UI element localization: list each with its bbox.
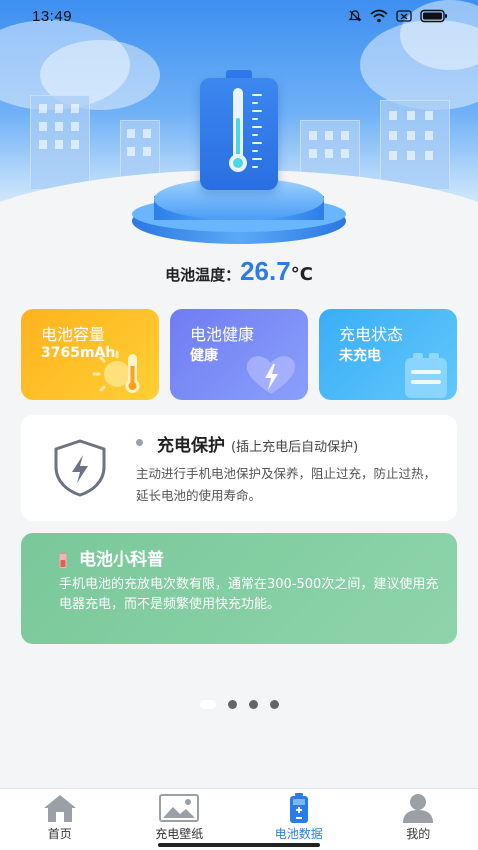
- page-dot[interactable]: [227, 700, 237, 709]
- card-battery-health[interactable]: 电池健康 健康: [170, 309, 308, 400]
- protection-title: 充电保护: [157, 436, 225, 456]
- temperature-value: 26.7: [240, 256, 291, 286]
- small-battery-icon: [59, 552, 67, 568]
- protection-heading: 充电保护 (插上充电后自动保护): [157, 431, 358, 456]
- bottom-tab-bar: 首页 充电壁纸 电池数据 我的: [0, 788, 478, 850]
- battery-clipboard-icon: [405, 353, 447, 398]
- sim-icon: [396, 10, 412, 22]
- battery-temperature: 电池温度：26.7°C: [0, 256, 478, 287]
- thermometer-sun-icon: [92, 350, 140, 393]
- thermometer-icon: [229, 88, 247, 176]
- page-dot-active[interactable]: [199, 700, 216, 709]
- card-charge-status[interactable]: 充电状态 未充电: [319, 309, 457, 400]
- tab-charging-wallpaper[interactable]: 充电壁纸: [120, 789, 240, 850]
- page-indicator: [0, 700, 478, 709]
- home-icon: [43, 795, 76, 822]
- heart-bolt-icon: [246, 356, 296, 394]
- building: [380, 100, 450, 190]
- card-value: 健康: [190, 348, 218, 364]
- status-bar: 13:49: [0, 0, 478, 32]
- protection-subtitle: (插上充电后自动保护): [231, 440, 359, 455]
- mute-icon: [348, 10, 362, 22]
- protection-description: 主动进行手机电池保护及保养，阻止过充，防止过热，延长电池的使用寿命。: [136, 466, 437, 503]
- thermometer-scale: [252, 94, 262, 170]
- tab-home[interactable]: 首页: [0, 789, 120, 850]
- temperature-label: 电池温度：: [165, 266, 241, 284]
- tab-label: 电池数据: [274, 827, 323, 841]
- charge-protection-card[interactable]: 充电保护 (插上充电后自动保护) 主动进行手机电池保护及保养，阻止过充，防止过热，…: [21, 415, 457, 521]
- tab-label: 我的: [406, 827, 431, 841]
- tip-text: 手机电池的充放电次数有限，通常在300-500次之间，建议使用充电器充电，而不是…: [59, 577, 439, 612]
- bullet-dot: [136, 439, 143, 446]
- tab-profile[interactable]: 我的: [359, 789, 478, 850]
- user-icon: [403, 794, 434, 823]
- card-title: 充电状态: [339, 325, 404, 344]
- card-title: 电池容量: [41, 325, 106, 344]
- tab-battery-data[interactable]: 电池数据: [239, 789, 359, 850]
- tab-label: 充电壁纸: [155, 827, 204, 841]
- building: [30, 95, 90, 190]
- wifi-icon: [370, 9, 388, 23]
- battery-icon: [289, 793, 308, 823]
- tab-label: 首页: [47, 827, 72, 841]
- page-dot[interactable]: [269, 700, 279, 709]
- card-battery-capacity[interactable]: 电池容量 3765mAh: [21, 309, 159, 400]
- status-icons: [348, 9, 448, 23]
- tip-title: 电池小科普: [79, 550, 164, 570]
- battery-tip-card: 电池小科普 手机电池的充放电次数有限，通常在300-500次之间，建议使用充电器…: [21, 533, 457, 644]
- page-dot[interactable]: [248, 700, 258, 709]
- image-icon: [159, 794, 200, 822]
- battery-icon: [420, 9, 447, 23]
- card-title: 电池健康: [190, 325, 255, 344]
- home-indicator[interactable]: [158, 843, 320, 847]
- status-time: 13:49: [32, 7, 73, 25]
- temperature-unit: °C: [290, 264, 313, 285]
- card-value: 未充电: [339, 348, 381, 364]
- shield-bolt-icon: [54, 439, 106, 497]
